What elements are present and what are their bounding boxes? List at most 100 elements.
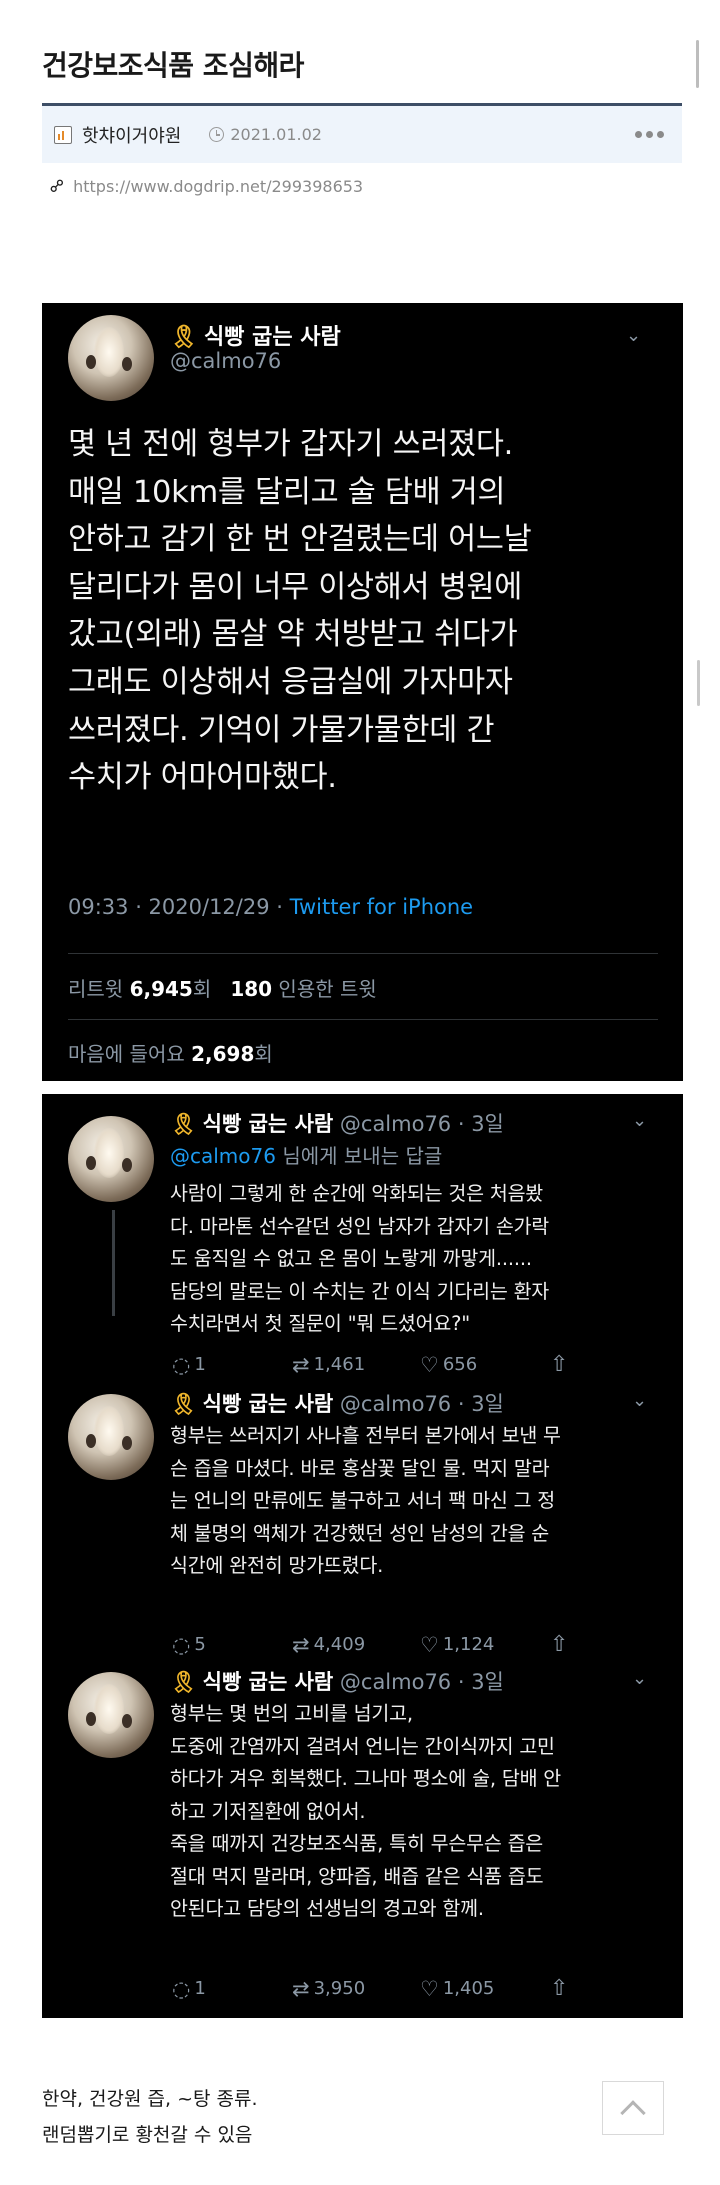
post-meta-bar: 핫챠이거야원 2021.01.02 <box>42 103 682 163</box>
post-url-row[interactable]: ⚯ https://www.dogdrip.net/299398653 <box>45 174 363 200</box>
replying-to-label: 님에게 보내는 답글 <box>275 1144 443 1168</box>
handle-and-age: @calmo76 · 3일 <box>333 1112 504 1136</box>
reply-button[interactable]: ◌ 1 <box>172 1352 292 1377</box>
link-icon: ⚯ <box>44 173 71 200</box>
reply-count: 1 <box>194 1354 206 1375</box>
reply-text: 형부는 쓰러지기 사나흘 전부터 본가에서 보낸 무 슨 즙을 마셨다. 바로 … <box>170 1424 561 1577</box>
tweet-actions: ◌ 5 ⇄ 4,409 ♡ 1,124 ⇧ <box>172 1632 568 1657</box>
reply-header: 🎗 식빵 굽는 사람 @calmo76 · 3일 <box>170 1108 504 1138</box>
retweet-count: 3,950 <box>313 1978 366 1999</box>
replying-to: @calmo76 님에게 보내는 답글 <box>170 1140 442 1169</box>
like-label: 마음에 들어요 <box>68 1042 192 1066</box>
handle-and-age: @calmo76 · 3일 <box>333 1392 504 1416</box>
page-scroll-indicator <box>697 660 700 706</box>
main-tweet-card: 🎗 식빵 굽는 사람 @calmo76 ⌄ 몇 년 전에 형부가 갑자기 쓰러졌다… <box>42 303 683 1081</box>
chevron-down-icon[interactable]: ⌄ <box>632 1110 647 1131</box>
tweet-source-link[interactable]: Twitter for iPhone <box>290 895 474 919</box>
like-button[interactable]: ♡ 1,124 <box>420 1632 550 1657</box>
like-unit: 회 <box>254 1042 273 1066</box>
yellow-ribbon-icon: 🎗 <box>170 1112 197 1136</box>
post-footer-line: 한약, 건강원 즙, ~탕 종류. <box>42 2088 258 2110</box>
yellow-ribbon-icon: 🎗 <box>170 1670 197 1694</box>
retweet-unit: 회 <box>192 977 212 1001</box>
share-button[interactable]: ⇧ <box>550 1352 568 1377</box>
retweet-count: 4,409 <box>313 1634 366 1655</box>
retweet-label: 리트윗 <box>68 977 130 1001</box>
retweet-button[interactable]: ⇄ 4,409 <box>292 1632 420 1657</box>
chevron-down-icon[interactable]: ⌄ <box>626 325 641 346</box>
thread-connector <box>112 1210 115 1316</box>
like-count: 1,405 <box>442 1978 495 1999</box>
handle-and-age: @calmo76 · 3일 <box>333 1670 504 1694</box>
like-stats[interactable]: 마음에 들어요 2,698회 <box>68 1038 273 1067</box>
tweet-actions: ◌ 1 ⇄ 1,461 ♡ 656 ⇧ <box>172 1352 568 1377</box>
yellow-ribbon-icon: 🎗 <box>170 1392 197 1416</box>
share-icon: ⇧ <box>550 1632 569 1657</box>
display-name: 식빵 굽는 사람 <box>202 1392 334 1416</box>
author-level-icon <box>54 125 72 144</box>
reply-button[interactable]: ◌ 5 <box>172 1632 292 1657</box>
reply-header: 🎗 식빵 굽는 사람 @calmo76 · 3일 <box>170 1388 504 1418</box>
chevron-down-icon[interactable]: ⌄ <box>632 1390 647 1411</box>
retweet-icon: ⇄ <box>292 1632 310 1657</box>
like-button[interactable]: ♡ 656 <box>420 1352 550 1377</box>
chevron-up-icon <box>620 2100 646 2126</box>
reply-icon: ◌ <box>172 1632 191 1657</box>
avatar <box>68 1394 154 1480</box>
mention-link[interactable]: @calmo76 <box>170 1144 276 1168</box>
reply-text: 형부는 몇 번의 고비를 넘기고, 도중에 간염까지 걸려서 언니는 간이식까지… <box>170 1702 562 1920</box>
display-name: 식빵 굽는 사람 <box>202 1112 334 1136</box>
retweet-count: 6,945 <box>129 977 193 1001</box>
heart-icon: ♡ <box>420 1976 439 2001</box>
share-icon: ⇧ <box>550 1352 569 1377</box>
heart-icon: ♡ <box>420 1632 439 1657</box>
post-url[interactable]: https://www.dogdrip.net/299398653 <box>73 177 363 196</box>
display-name: 식빵 굽는 사람 <box>203 325 341 350</box>
reply-thread-card: 🎗 식빵 굽는 사람 @calmo76 · 3일 ⌄ @calmo76 님에게 보… <box>42 1094 683 2018</box>
more-options-icon[interactable] <box>635 131 670 138</box>
avatar <box>68 1672 154 1758</box>
like-count: 1,124 <box>442 1634 495 1655</box>
quote-count: 180 <box>230 977 273 1001</box>
post-date: 2021.01.02 <box>230 125 322 144</box>
post-footer-line: 랜덤뽑기로 황천갈 수 있음 <box>42 2124 253 2146</box>
tweet-header: 🎗 식빵 굽는 사람 <box>170 319 341 351</box>
reply-text: 사람이 그렇게 한 순간에 악화되는 것은 처음봤 다. 마라톤 선수같던 성인… <box>170 1182 550 1335</box>
tweet-actions: ◌ 1 ⇄ 3,950 ♡ 1,405 ⇧ <box>172 1976 568 2001</box>
like-button[interactable]: ♡ 1,405 <box>420 1976 550 2001</box>
divider <box>68 1019 658 1020</box>
page-title: 건강보조식품 조심해라 <box>42 49 304 82</box>
chevron-down-icon[interactable]: ⌄ <box>632 1668 647 1689</box>
share-button[interactable]: ⇧ <box>550 1976 568 2001</box>
author-name[interactable]: 핫챠이거야원 <box>82 122 181 148</box>
yellow-ribbon-icon: 🎗 <box>170 325 198 350</box>
title-scroll-indicator <box>696 40 699 88</box>
retweet-stats[interactable]: 리트윗 6,945회 180 인용한 트윗 <box>68 973 377 1002</box>
like-count: 656 <box>442 1354 478 1375</box>
share-button[interactable]: ⇧ <box>550 1632 568 1657</box>
divider <box>68 953 658 954</box>
retweet-button[interactable]: ⇄ 1,461 <box>292 1352 420 1377</box>
reply-count: 5 <box>194 1634 206 1655</box>
retweet-icon: ⇄ <box>292 1352 310 1377</box>
reply-count: 1 <box>194 1978 206 1999</box>
clock-icon <box>209 127 225 142</box>
avatar <box>68 1116 154 1202</box>
tweet-time: 09:33 · 2020/12/29 · <box>68 895 290 919</box>
reply-button[interactable]: ◌ 1 <box>172 1976 292 2001</box>
user-handle: @calmo76 <box>170 349 282 373</box>
retweet-icon: ⇄ <box>292 1976 310 2001</box>
reply-icon: ◌ <box>172 1976 191 2001</box>
retweet-count: 1,461 <box>313 1354 366 1375</box>
tweet-text: 몇 년 전에 형부가 갑자기 쓰러졌다. 매일 10km를 달리고 술 담배 거… <box>68 427 532 796</box>
tweet-timestamp: 09:33 · 2020/12/29 · Twitter for iPhone <box>68 895 473 919</box>
like-count: 2,698 <box>191 1042 255 1066</box>
scroll-to-top-button[interactable] <box>602 2081 664 2135</box>
retweet-button[interactable]: ⇄ 3,950 <box>292 1976 420 2001</box>
display-name: 식빵 굽는 사람 <box>202 1670 334 1694</box>
reply-icon: ◌ <box>172 1352 191 1377</box>
avatar <box>68 315 154 401</box>
quote-label: 인용한 트윗 <box>272 977 377 1001</box>
share-icon: ⇧ <box>550 1976 569 2001</box>
reply-header: 🎗 식빵 굽는 사람 @calmo76 · 3일 <box>170 1666 504 1696</box>
